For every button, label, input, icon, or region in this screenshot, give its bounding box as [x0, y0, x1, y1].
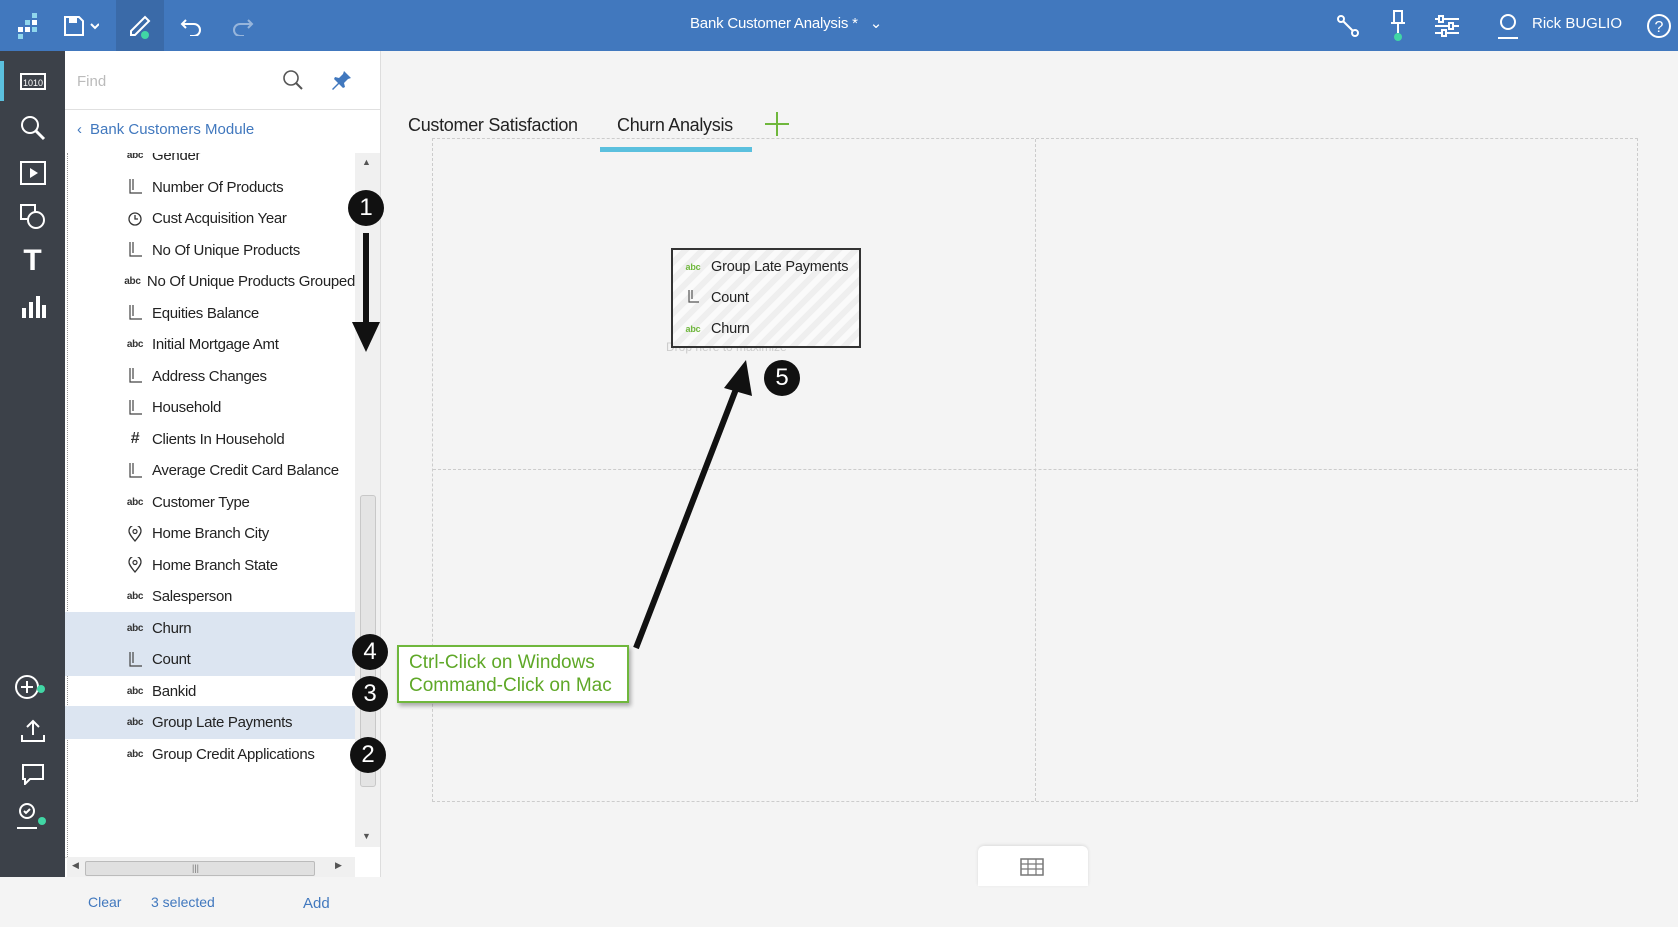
callout-line-1: Ctrl-Click on Windows: [409, 652, 595, 673]
step-badge-5: 5: [764, 360, 800, 396]
step-badge-1: 1: [348, 190, 384, 226]
step-badge-2: 2: [350, 737, 386, 773]
callout-line-2: Command-Click on Mac: [409, 675, 612, 696]
selected-count: 3 selected: [151, 894, 215, 910]
step-badge-4: 4: [352, 634, 388, 670]
clear-button[interactable]: Clear: [88, 894, 121, 910]
table-icon: [1020, 858, 1044, 881]
step-badge-3: 3: [352, 676, 388, 712]
tip-callout: Ctrl-Click on Windows Command-Click on M…: [397, 645, 629, 703]
panel-footer: Clear 3 selected Add: [65, 881, 380, 927]
data-view-tab[interactable]: [978, 846, 1088, 886]
add-button[interactable]: Add: [303, 895, 330, 912]
annotation-arrows: [352, 233, 752, 650]
